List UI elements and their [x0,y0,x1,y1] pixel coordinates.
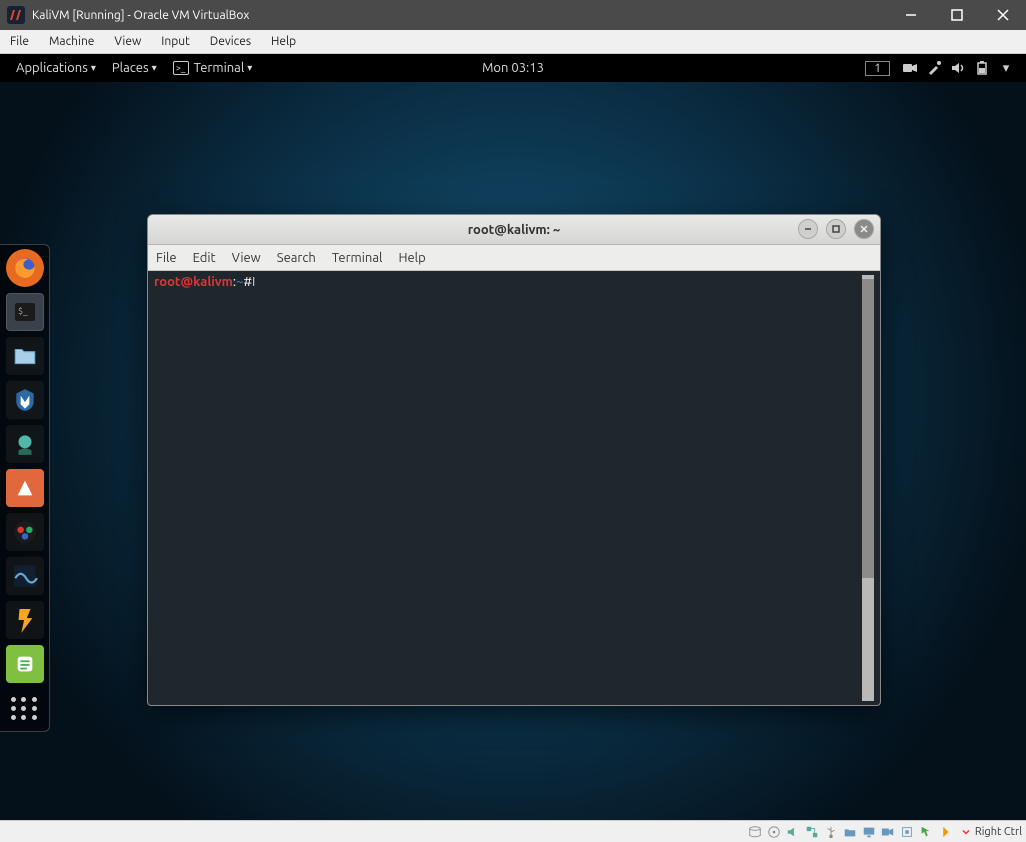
volume-icon[interactable] [950,60,966,76]
terminal-close-button[interactable] [854,219,874,239]
network-icon[interactable] [804,824,820,840]
dock-faraday[interactable] [6,601,44,639]
terminal-label: Terminal [194,61,245,75]
dock: $_ [0,244,50,732]
dock-wireshark[interactable] [6,557,44,595]
terminal-minimize-button[interactable] [798,219,818,239]
chevron-down-icon: ▾ [91,62,96,74]
close-button[interactable] [980,0,1026,30]
terminal-app-menu[interactable]: >_ Terminal ▾ [165,54,261,82]
hdd-icon[interactable] [747,824,763,840]
terminal-output: root@kalivm:~# I [154,275,862,701]
virtualbox-window: KaliVM [Running] - Oracle VM VirtualBox … [0,0,1026,842]
video-record-icon[interactable] [902,60,918,76]
maximize-button[interactable] [934,0,980,30]
dock-cherrytree[interactable] [6,645,44,683]
dock-terminal[interactable]: $_ [6,293,44,331]
virtualbox-icon [6,5,26,25]
vbox-menu-input[interactable]: Input [151,30,200,53]
terminal-menu-terminal[interactable]: Terminal [332,251,383,265]
vbox-menu-devices[interactable]: Devices [200,30,261,53]
power-menu-icon[interactable]: ▾ [998,60,1014,76]
terminal-title: root@kalivm: ~ [468,223,560,237]
applications-label: Applications [16,61,88,75]
recording-icon[interactable] [880,824,896,840]
vbox-menu-file[interactable]: File [0,30,39,53]
terminal-menu-edit[interactable]: Edit [193,251,216,265]
workspace-number: 1 [874,62,881,75]
text-cursor-icon: I [252,275,255,289]
applications-menu[interactable]: Applications ▾ [8,54,104,82]
workspace-indicator[interactable]: 1 [865,61,890,76]
vbox-menubar: File Machine View Input Devices Help [0,30,1026,54]
shared-folders-icon[interactable] [842,824,858,840]
cpu-icon[interactable] [899,824,915,840]
vbox-statusbar: Right Ctrl [0,820,1026,842]
vbox-menu-help[interactable]: Help [261,30,306,53]
terminal-menu-search[interactable]: Search [277,251,316,265]
minimize-button[interactable] [888,0,934,30]
dock-show-apps[interactable] [6,689,44,727]
optical-icon[interactable] [766,824,782,840]
terminal-titlebar[interactable]: root@kalivm: ~ [148,215,880,245]
terminal-body[interactable]: root@kalivm:~# I [148,271,880,705]
vbox-menu-machine[interactable]: Machine [39,30,104,53]
clock-text: Mon 03:13 [482,61,544,75]
dock-zenmap[interactable] [6,513,44,551]
chevron-down-icon: ▾ [247,62,252,74]
places-label: Places [112,61,149,75]
terminal-maximize-button[interactable] [826,219,846,239]
prompt-user: root [154,275,181,289]
svg-text:$_: $_ [18,306,28,316]
dock-armitage[interactable] [6,425,44,463]
terminal-icon: >_ [173,61,189,75]
audio-icon[interactable] [785,824,801,840]
terminal-menubar: File Edit View Search Terminal Help [148,245,880,271]
prompt-host: kalivm [193,275,233,289]
mouse-integration-icon[interactable] [918,824,934,840]
prompt-hash: # [243,275,252,289]
dock-metasploit[interactable] [6,381,44,419]
prompt-at: @ [181,275,194,289]
vbox-titlebar[interactable]: KaliVM [Running] - Oracle VM VirtualBox [0,0,1026,30]
scrollbar-thumb[interactable] [862,279,874,577]
clipboard-icon[interactable] [937,824,953,840]
dock-firefox[interactable] [6,249,44,287]
terminal-scrollbar[interactable] [862,275,874,701]
terminal-menu-view[interactable]: View [232,251,261,265]
dock-files[interactable] [6,337,44,375]
vbox-window-title: KaliVM [Running] - Oracle VM VirtualBox [32,9,888,22]
gnome-topbar: Applications ▾ Places ▾ >_ Terminal ▾ Mo… [0,54,1026,82]
usb-icon[interactable] [823,824,839,840]
terminal-menu-file[interactable]: File [156,251,177,265]
vbox-menu-view[interactable]: View [104,30,151,53]
color-picker-icon[interactable] [926,60,942,76]
guest-desktop: Applications ▾ Places ▾ >_ Terminal ▾ Mo… [0,54,1026,820]
keyboard-arrow-icon [960,826,972,838]
host-key-label: Right Ctrl [975,826,1022,838]
dock-burpsuite[interactable] [6,469,44,507]
host-key-indicator[interactable]: Right Ctrl [960,826,1022,838]
battery-icon[interactable] [974,60,990,76]
display-icon[interactable] [861,824,877,840]
places-menu[interactable]: Places ▾ [104,54,165,82]
terminal-window[interactable]: root@kalivm: ~ File Edit View Search Ter… [147,214,881,706]
terminal-menu-help[interactable]: Help [398,251,425,265]
chevron-down-icon: ▾ [152,62,157,74]
